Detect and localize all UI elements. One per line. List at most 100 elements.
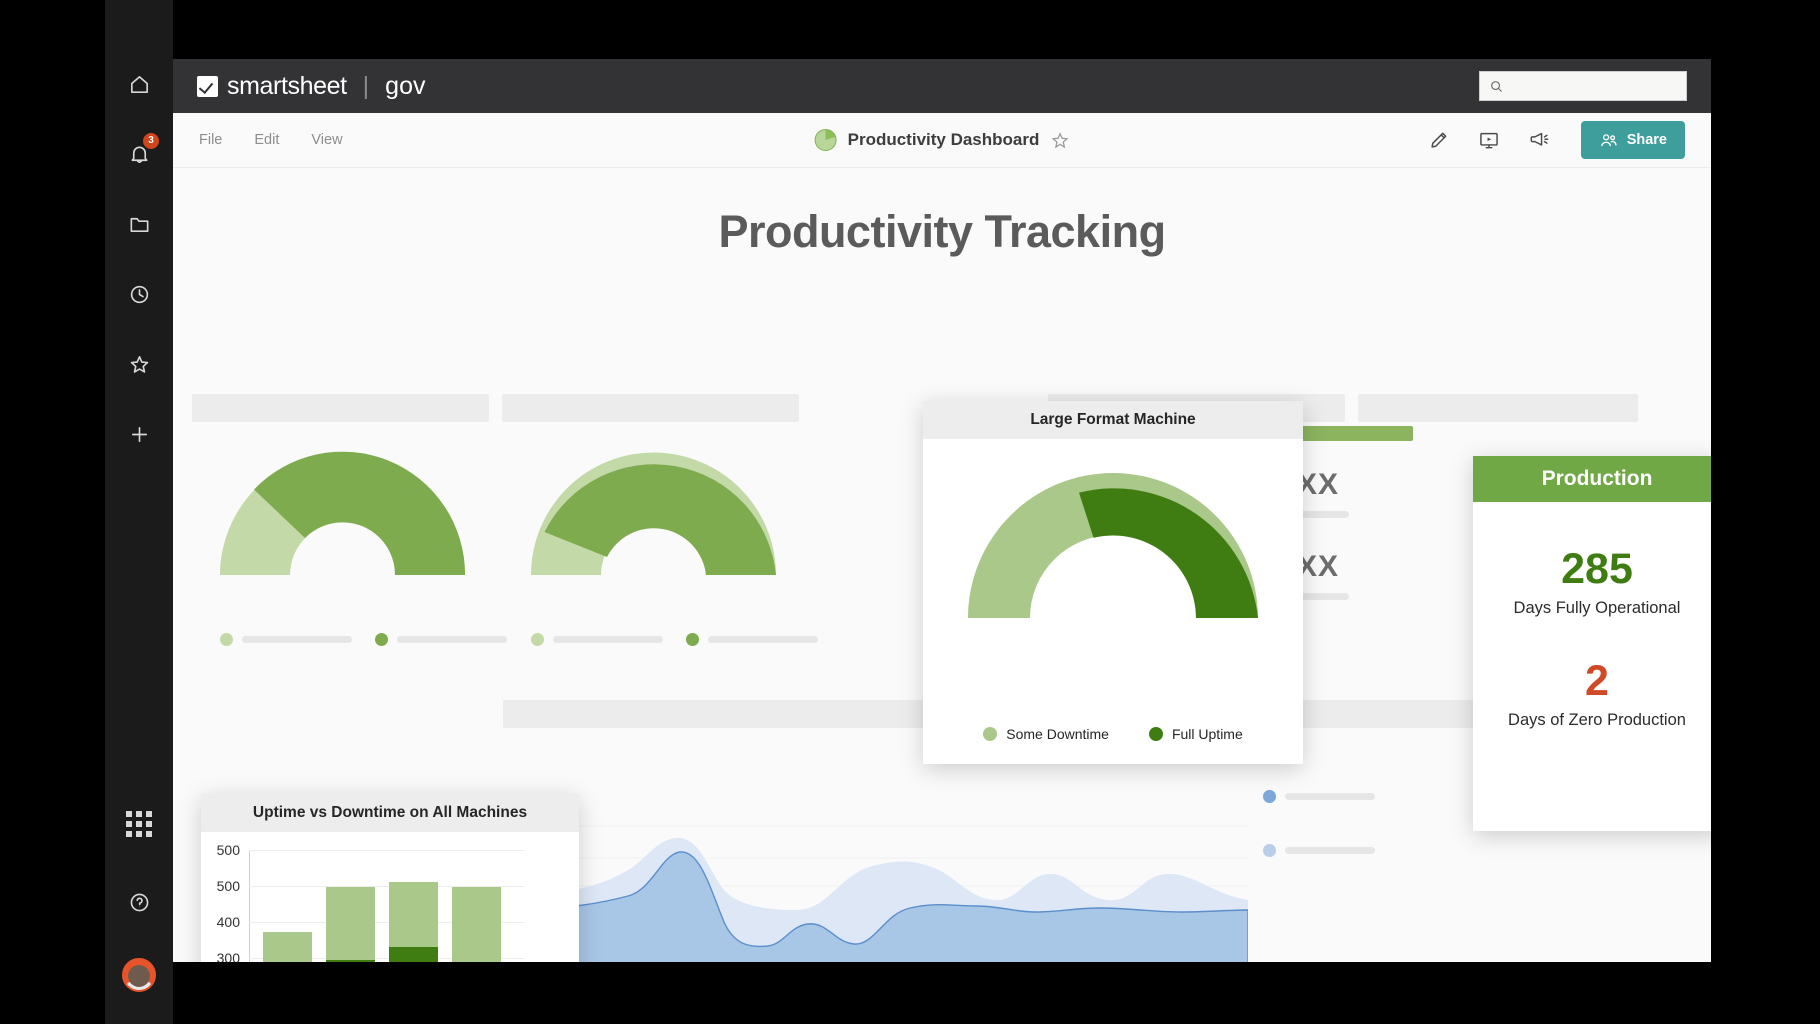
legend-label-placeholder: [1285, 793, 1375, 800]
presentation-mode-icon[interactable]: [1477, 128, 1501, 152]
notifications-bell-icon[interactable]: 3: [117, 132, 161, 176]
page-title: Productivity Dashboard: [847, 130, 1040, 149]
apps-grid-icon[interactable]: [117, 802, 161, 846]
bar-segment-downtime: [326, 887, 375, 960]
logo-divider: |: [362, 71, 370, 100]
stat-days-fully-operational: 285 Days Fully Operational: [1473, 548, 1711, 618]
recents-clock-icon[interactable]: [117, 272, 161, 316]
menu-edit[interactable]: Edit: [254, 132, 279, 148]
legend-dot-some-downtime: [983, 727, 998, 741]
global-nav-rail: 3: [105, 0, 173, 1024]
card-title: Uptime vs Downtime on All Machines: [201, 794, 579, 832]
y-axis-line: [249, 850, 250, 962]
rail-primary-group: 3: [117, 62, 161, 456]
legend-item-full-uptime: Full Uptime: [1148, 726, 1243, 742]
home-icon[interactable]: [117, 62, 161, 106]
y-tick-label: 500: [216, 842, 240, 858]
people-icon: [1600, 133, 1617, 146]
production-card[interactable]: Production 285 Days Fully Operational 2 …: [1473, 456, 1711, 831]
legend-label-placeholder: [553, 636, 663, 643]
bar-stack[interactable]: [452, 887, 501, 962]
screen: 3 smartsheet | gov File Edit View Produc…: [0, 0, 1820, 1024]
lfm-gauge: [968, 473, 1258, 626]
dashboard-canvas: Productivity Tracking XX XX Large Format…: [173, 168, 1711, 962]
stat-days-of-zero-production: 2 Days of Zero Production: [1473, 660, 1711, 730]
edit-pencil-icon[interactable]: [1427, 128, 1451, 152]
bar-stack[interactable]: [389, 882, 438, 962]
bar-segment-uptime: [389, 947, 438, 962]
favorite-star-icon[interactable]: [1050, 131, 1069, 150]
background-area-chart: [488, 818, 1249, 962]
avatar-face: [128, 964, 150, 987]
rail-secondary-group: [117, 802, 161, 992]
legend-label-placeholder: [708, 636, 818, 643]
y-tick-label: 300: [216, 950, 240, 962]
legend-label: Some Downtime: [1006, 726, 1109, 742]
dashboard-pie-icon: [814, 129, 837, 151]
brand-bar: smartsheet | gov: [173, 59, 1711, 113]
notification-badge: 3: [143, 133, 159, 149]
gauge-2-legend-placeholder: [531, 633, 818, 646]
widget-header-placeholder-2: [502, 394, 799, 422]
help-question-icon[interactable]: [117, 880, 161, 924]
area-legend-placeholder-2: [1263, 844, 1375, 857]
smartsheet-checkmark-icon: [197, 75, 218, 97]
toolbar-actions: Share: [1427, 121, 1685, 159]
bar-group: [263, 850, 501, 962]
card-body: 500 500 400 300 200 0: [201, 832, 579, 962]
area-chart-svg: [527, 825, 1249, 962]
legend-dot-uptime: [375, 633, 388, 646]
favorites-star-icon[interactable]: [117, 342, 161, 386]
search-input[interactable]: [1511, 79, 1671, 93]
dashboard-heading: Productivity Tracking: [718, 206, 1166, 257]
y-tick-label: 400: [216, 914, 240, 930]
share-button-label: Share: [1626, 132, 1667, 148]
product-name: gov: [385, 71, 426, 100]
legend-label-placeholder: [397, 636, 507, 643]
bar-segment-downtime: [263, 932, 312, 962]
browse-folder-icon[interactable]: [117, 202, 161, 246]
legend-label-placeholder: [242, 636, 352, 643]
card-title: Large Format Machine: [923, 401, 1303, 439]
smartsheet-gov-logo[interactable]: smartsheet | gov: [197, 72, 425, 101]
stat-label: Days Fully Operational: [1513, 599, 1681, 617]
stat-spacer: [1473, 618, 1711, 660]
bar-segment-downtime: [452, 887, 501, 962]
stat-value: 285: [1561, 545, 1633, 593]
search-icon: [1491, 80, 1502, 92]
lfm-gauge-svg: [968, 473, 1258, 618]
bar-stack[interactable]: [326, 887, 375, 962]
y-tick-label: 500: [216, 878, 240, 894]
document-title-group: Productivity Dashboard: [814, 129, 1070, 151]
global-search[interactable]: [1479, 71, 1687, 101]
stat-label: Days of Zero Production: [1508, 711, 1686, 730]
production-card-title: Production: [1473, 456, 1711, 502]
legend-dot-downtime: [220, 633, 233, 646]
legend-dot-series-a: [1263, 790, 1276, 803]
background-gauge-2: [531, 430, 776, 575]
large-format-machine-card[interactable]: Large Format Machine Some Downtime Full …: [923, 401, 1303, 764]
widget-header-placeholder-1: [192, 394, 489, 422]
create-plus-icon[interactable]: [117, 412, 161, 456]
menu-view[interactable]: View: [311, 132, 342, 148]
bar-segment-uptime: [326, 960, 375, 962]
bar-chart-plot: 500 500 400 300 200 0: [217, 842, 525, 962]
menu-group: File Edit View: [199, 132, 343, 148]
gauge-1-svg: [220, 451, 466, 575]
account-avatar[interactable]: [122, 958, 156, 992]
menu-file[interactable]: File: [199, 132, 222, 148]
bar-stack[interactable]: [263, 932, 312, 962]
app-window: smartsheet | gov File Edit View Producti…: [173, 59, 1711, 962]
bar-segment-downtime: [389, 882, 438, 947]
legend-label-placeholder: [1285, 847, 1375, 854]
production-card-body: 285 Days Fully Operational 2 Days of Zer…: [1473, 502, 1711, 730]
lfm-legend: Some Downtime Full Uptime: [923, 726, 1303, 742]
uptime-vs-downtime-card[interactable]: Uptime vs Downtime on All Machines 500 5…: [201, 794, 579, 962]
announcements-megaphone-icon[interactable]: [1527, 128, 1551, 152]
brand-name: smartsheet: [227, 71, 347, 100]
area-legend-placeholder-1: [1263, 790, 1375, 803]
card-body: Some Downtime Full Uptime: [923, 439, 1303, 764]
share-button[interactable]: Share: [1580, 121, 1685, 159]
legend-item-some-downtime: Some Downtime: [983, 726, 1109, 742]
dashboard-toolbar: File Edit View Productivity Dashboard Sh…: [173, 113, 1711, 168]
